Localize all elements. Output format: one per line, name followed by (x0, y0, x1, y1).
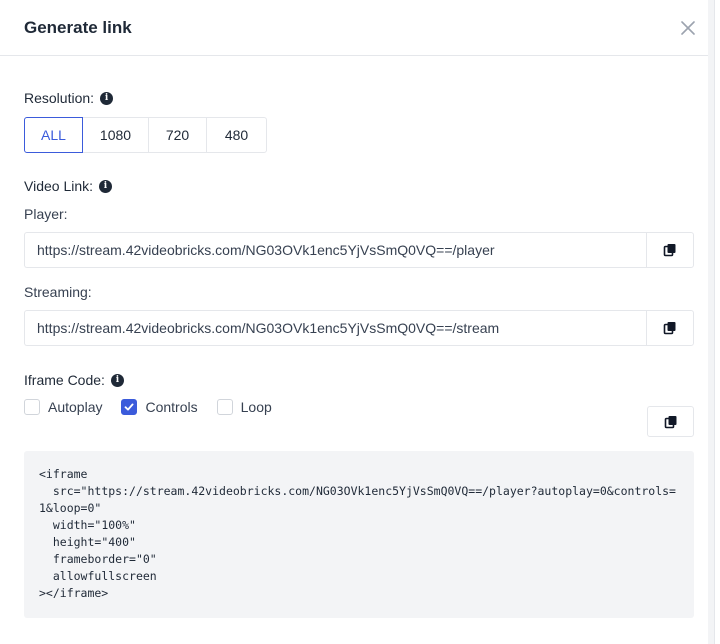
resolution-option-1080[interactable]: 1080 (82, 117, 149, 153)
streaming-label: Streaming: (24, 284, 92, 300)
scrollbar-track (708, 0, 714, 644)
streaming-url-group: https://stream.42videobricks.com/NG03OVk… (24, 310, 694, 346)
video-link-label: Video Link: (24, 178, 94, 194)
streaming-url-field[interactable]: https://stream.42videobricks.com/NG03OVk… (24, 310, 646, 346)
loop-checkbox[interactable]: Loop (216, 399, 272, 415)
copy-player-url-button[interactable] (646, 232, 694, 268)
copy-icon (664, 415, 676, 428)
copy-streaming-url-button[interactable] (646, 310, 694, 346)
resolution-option-all[interactable]: ALL (24, 117, 83, 153)
resolution-label: Resolution: (24, 90, 95, 106)
video-link-label-row: Video Link: i (24, 178, 690, 194)
modal-body: Resolution: i ALL 1080 720 480 Video Lin… (0, 56, 714, 618)
modal-title: Generate link (24, 17, 132, 37)
autoplay-label: Autoplay (48, 399, 103, 415)
close-icon (681, 20, 695, 35)
resolution-option-720[interactable]: 720 (148, 117, 207, 153)
copy-icon (663, 322, 676, 335)
check-icon (125, 403, 134, 411)
loop-label: Loop (240, 399, 272, 415)
loop-checkbox-box[interactable] (216, 399, 233, 415)
controls-label: Controls (145, 399, 198, 415)
controls-checkbox[interactable]: Controls (121, 399, 198, 415)
info-icon[interactable]: i (100, 91, 114, 105)
info-icon[interactable]: i (110, 373, 124, 387)
controls-checkbox-box[interactable] (121, 399, 138, 415)
resolution-selector: ALL 1080 720 480 (24, 117, 268, 153)
copy-iframe-code-button[interactable] (647, 406, 694, 437)
autoplay-checkbox[interactable]: Autoplay (24, 399, 102, 415)
resolution-option-480[interactable]: 480 (206, 117, 267, 153)
player-label: Player: (24, 206, 68, 222)
info-icon[interactable]: i (99, 179, 113, 193)
autoplay-checkbox-box[interactable] (24, 399, 40, 415)
player-url-field[interactable]: https://stream.42videobricks.com/NG03OVk… (24, 232, 646, 268)
player-url-group: https://stream.42videobricks.com/NG03OVk… (24, 232, 694, 268)
iframe-code-label: Iframe Code: (24, 372, 105, 388)
iframe-options: Autoplay Controls Loop (24, 399, 291, 415)
close-button[interactable] (678, 18, 698, 38)
iframe-code-label-row: Iframe Code: i (24, 372, 690, 388)
generate-link-modal: Generate link Resolution: i ALL 1080 720… (0, 0, 714, 644)
iframe-code-block[interactable]: <iframe src="https://stream.42videobrick… (24, 451, 694, 618)
copy-icon (663, 244, 676, 257)
modal-header: Generate link (0, 0, 714, 56)
resolution-label-row: Resolution: i (24, 90, 690, 106)
iframe-options-row: Autoplay Controls Loop (24, 396, 694, 437)
